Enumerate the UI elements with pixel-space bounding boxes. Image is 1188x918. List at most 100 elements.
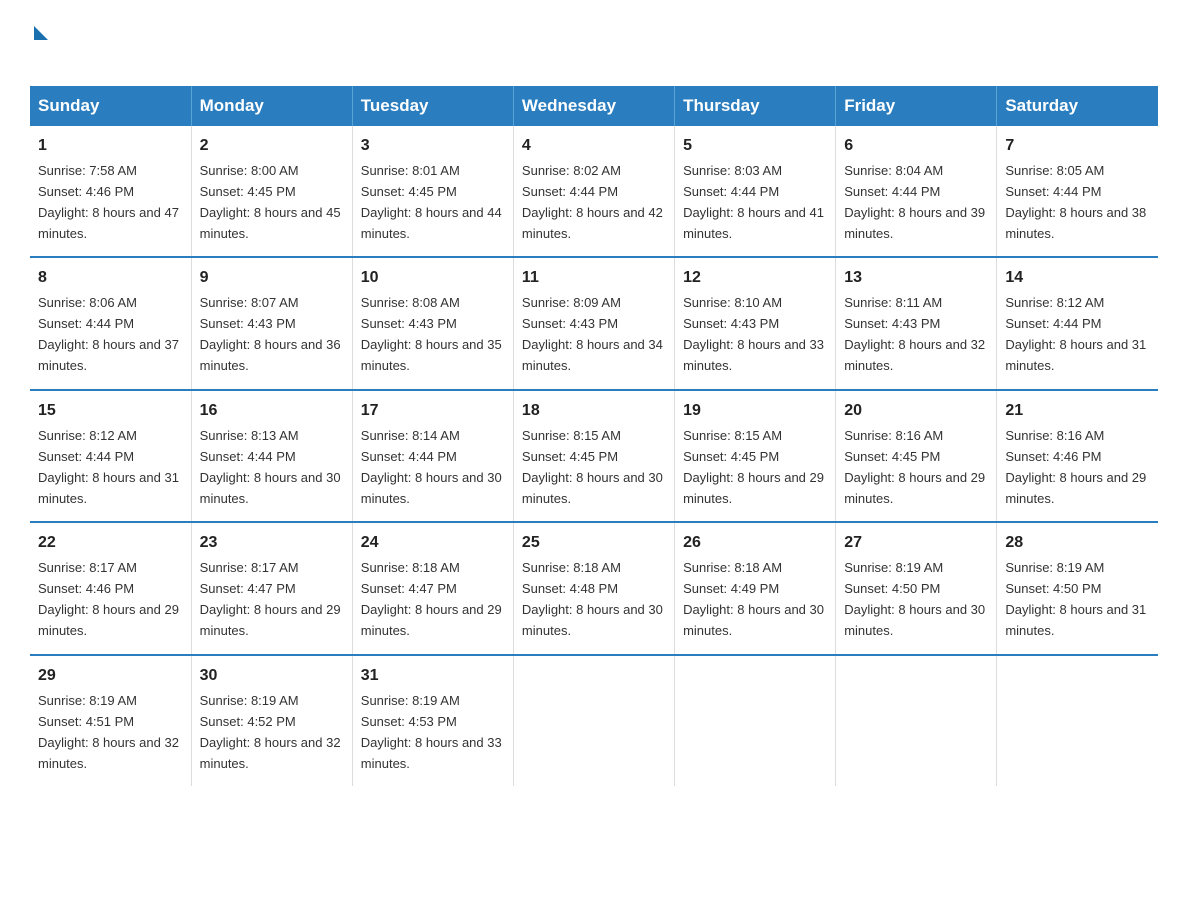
logo: General — [30, 20, 138, 66]
day-number: 17 — [361, 399, 505, 424]
day-info: Sunrise: 8:04 AMSunset: 4:44 PMDaylight:… — [844, 163, 985, 241]
calendar-day-cell: 28 Sunrise: 8:19 AMSunset: 4:50 PMDayligh… — [997, 522, 1158, 654]
calendar-day-cell: 18 Sunrise: 8:15 AMSunset: 4:45 PMDayligh… — [513, 390, 674, 522]
calendar-week-row: 8 Sunrise: 8:06 AMSunset: 4:44 PMDaylight… — [30, 257, 1158, 389]
calendar-table: Sunday Monday Tuesday Wednesday Thursday… — [30, 86, 1158, 786]
day-number: 31 — [361, 664, 505, 689]
calendar-header-row: Sunday Monday Tuesday Wednesday Thursday… — [30, 86, 1158, 126]
day-info: Sunrise: 8:00 AMSunset: 4:45 PMDaylight:… — [200, 163, 341, 241]
day-number: 22 — [38, 531, 183, 556]
calendar-day-cell: 11 Sunrise: 8:09 AMSunset: 4:43 PMDayligh… — [513, 257, 674, 389]
day-number: 28 — [1005, 531, 1150, 556]
day-info: Sunrise: 8:13 AMSunset: 4:44 PMDaylight:… — [200, 428, 341, 506]
day-number: 6 — [844, 134, 988, 159]
day-info: Sunrise: 8:18 AMSunset: 4:47 PMDaylight:… — [361, 560, 502, 638]
header-thursday: Thursday — [675, 86, 836, 126]
header-wednesday: Wednesday — [513, 86, 674, 126]
calendar-day-cell: 16 Sunrise: 8:13 AMSunset: 4:44 PMDayligh… — [191, 390, 352, 522]
day-info: Sunrise: 8:16 AMSunset: 4:46 PMDaylight:… — [1005, 428, 1146, 506]
day-info: Sunrise: 8:12 AMSunset: 4:44 PMDaylight:… — [38, 428, 179, 506]
day-info: Sunrise: 8:16 AMSunset: 4:45 PMDaylight:… — [844, 428, 985, 506]
calendar-day-cell: 29 Sunrise: 8:19 AMSunset: 4:51 PMDayligh… — [30, 655, 191, 786]
day-number: 3 — [361, 134, 505, 159]
header-tuesday: Tuesday — [352, 86, 513, 126]
calendar-day-cell: 23 Sunrise: 8:17 AMSunset: 4:47 PMDayligh… — [191, 522, 352, 654]
day-number: 4 — [522, 134, 666, 159]
day-number: 27 — [844, 531, 988, 556]
calendar-day-cell: 10 Sunrise: 8:08 AMSunset: 4:43 PMDayligh… — [352, 257, 513, 389]
day-number: 10 — [361, 266, 505, 291]
calendar-day-cell: 27Sunrise: 8:19 AMSunset: 4:50 PMDayligh… — [836, 522, 997, 654]
day-number: 13 — [844, 266, 988, 291]
calendar-day-cell — [836, 655, 997, 786]
calendar-day-cell — [997, 655, 1158, 786]
day-number: 26 — [683, 531, 827, 556]
day-number: 9 — [200, 266, 344, 291]
day-info: Sunrise: 8:02 AMSunset: 4:44 PMDaylight:… — [522, 163, 663, 241]
calendar-day-cell: 9 Sunrise: 8:07 AMSunset: 4:43 PMDaylight… — [191, 257, 352, 389]
day-number: 20 — [844, 399, 988, 424]
calendar-week-row: 1Sunrise: 7:58 AMSunset: 4:46 PMDaylight… — [30, 126, 1158, 257]
day-number: 18 — [522, 399, 666, 424]
calendar-day-cell: 8 Sunrise: 8:06 AMSunset: 4:44 PMDaylight… — [30, 257, 191, 389]
day-number: 19 — [683, 399, 827, 424]
day-number: 29 — [38, 664, 183, 689]
day-info: Sunrise: 8:19 AMSunset: 4:51 PMDaylight:… — [38, 693, 179, 771]
day-info: Sunrise: 8:18 AMSunset: 4:48 PMDaylight:… — [522, 560, 663, 638]
day-info: Sunrise: 8:06 AMSunset: 4:44 PMDaylight:… — [38, 295, 179, 373]
header-monday: Monday — [191, 86, 352, 126]
day-info: Sunrise: 8:09 AMSunset: 4:43 PMDaylight:… — [522, 295, 663, 373]
day-number: 15 — [38, 399, 183, 424]
day-info: Sunrise: 8:14 AMSunset: 4:44 PMDaylight:… — [361, 428, 502, 506]
calendar-day-cell: 21 Sunrise: 8:16 AMSunset: 4:46 PMDayligh… — [997, 390, 1158, 522]
header-sunday: Sunday — [30, 86, 191, 126]
calendar-week-row: 22Sunrise: 8:17 AMSunset: 4:46 PMDayligh… — [30, 522, 1158, 654]
day-number: 8 — [38, 266, 183, 291]
calendar-day-cell: 17 Sunrise: 8:14 AMSunset: 4:44 PMDayligh… — [352, 390, 513, 522]
calendar-day-cell: 3 Sunrise: 8:01 AMSunset: 4:45 PMDaylight… — [352, 126, 513, 257]
day-number: 25 — [522, 531, 666, 556]
day-number: 23 — [200, 531, 344, 556]
day-info: Sunrise: 8:10 AMSunset: 4:43 PMDaylight:… — [683, 295, 824, 373]
calendar-day-cell: 2 Sunrise: 8:00 AMSunset: 4:45 PMDaylight… — [191, 126, 352, 257]
calendar-week-row: 29 Sunrise: 8:19 AMSunset: 4:51 PMDayligh… — [30, 655, 1158, 786]
header-saturday: Saturday — [997, 86, 1158, 126]
day-number: 11 — [522, 266, 666, 291]
day-number: 14 — [1005, 266, 1150, 291]
calendar-day-cell: 15 Sunrise: 8:12 AMSunset: 4:44 PMDayligh… — [30, 390, 191, 522]
day-info: Sunrise: 8:12 AMSunset: 4:44 PMDaylight:… — [1005, 295, 1146, 373]
day-number: 12 — [683, 266, 827, 291]
day-number: 7 — [1005, 134, 1150, 159]
day-info: Sunrise: 8:11 AMSunset: 4:43 PMDaylight:… — [844, 295, 985, 373]
day-info: Sunrise: 8:01 AMSunset: 4:45 PMDaylight:… — [361, 163, 502, 241]
calendar-day-cell: 1Sunrise: 7:58 AMSunset: 4:46 PMDaylight… — [30, 126, 191, 257]
calendar-day-cell: 14 Sunrise: 8:12 AMSunset: 4:44 PMDayligh… — [997, 257, 1158, 389]
calendar-day-cell: 5 Sunrise: 8:03 AMSunset: 4:44 PMDaylight… — [675, 126, 836, 257]
calendar-body: 1Sunrise: 7:58 AMSunset: 4:46 PMDaylight… — [30, 126, 1158, 786]
day-info: Sunrise: 8:19 AMSunset: 4:50 PMDaylight:… — [1005, 560, 1146, 638]
day-info: Sunrise: 8:19 AMSunset: 4:52 PMDaylight:… — [200, 693, 341, 771]
day-info: Sunrise: 8:15 AMSunset: 4:45 PMDaylight:… — [683, 428, 824, 506]
calendar-day-cell: 20 Sunrise: 8:16 AMSunset: 4:45 PMDayligh… — [836, 390, 997, 522]
day-number: 1 — [38, 134, 183, 159]
calendar-day-cell: 31 Sunrise: 8:19 AMSunset: 4:53 PMDayligh… — [352, 655, 513, 786]
calendar-day-cell: 22Sunrise: 8:17 AMSunset: 4:46 PMDayligh… — [30, 522, 191, 654]
day-number: 5 — [683, 134, 827, 159]
day-info: Sunrise: 8:07 AMSunset: 4:43 PMDaylight:… — [200, 295, 341, 373]
day-number: 2 — [200, 134, 344, 159]
day-number: 24 — [361, 531, 505, 556]
calendar-day-cell: 7 Sunrise: 8:05 AMSunset: 4:44 PMDaylight… — [997, 126, 1158, 257]
day-info: Sunrise: 8:15 AMSunset: 4:45 PMDaylight:… — [522, 428, 663, 506]
calendar-day-cell: 4 Sunrise: 8:02 AMSunset: 4:44 PMDaylight… — [513, 126, 674, 257]
day-info: Sunrise: 8:17 AMSunset: 4:47 PMDaylight:… — [200, 560, 341, 638]
day-number: 30 — [200, 664, 344, 689]
calendar-day-cell: 13 Sunrise: 8:11 AMSunset: 4:43 PMDayligh… — [836, 257, 997, 389]
calendar-day-cell: 30 Sunrise: 8:19 AMSunset: 4:52 PMDayligh… — [191, 655, 352, 786]
day-info: Sunrise: 8:08 AMSunset: 4:43 PMDaylight:… — [361, 295, 502, 373]
day-info: Sunrise: 8:03 AMSunset: 4:44 PMDaylight:… — [683, 163, 824, 241]
calendar-day-cell: 24 Sunrise: 8:18 AMSunset: 4:47 PMDayligh… — [352, 522, 513, 654]
day-number: 21 — [1005, 399, 1150, 424]
day-number: 16 — [200, 399, 344, 424]
day-info: Sunrise: 8:05 AMSunset: 4:44 PMDaylight:… — [1005, 163, 1146, 241]
day-info: Sunrise: 8:19 AMSunset: 4:53 PMDaylight:… — [361, 693, 502, 771]
